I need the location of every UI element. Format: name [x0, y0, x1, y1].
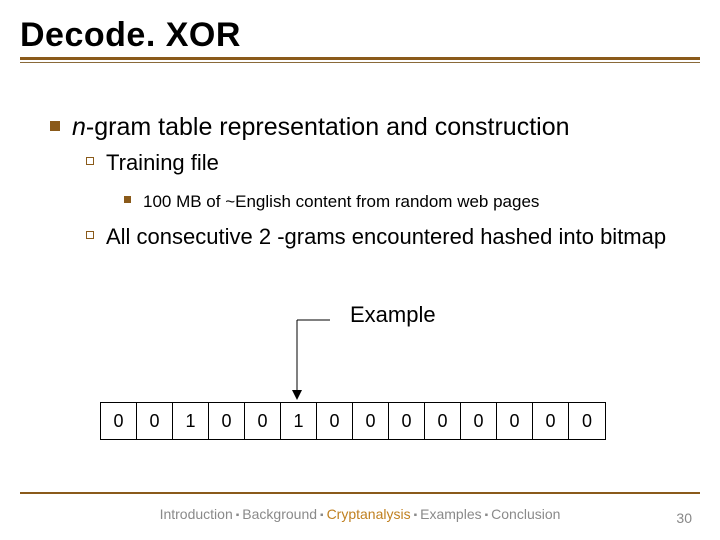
bullet-lvl3: 100 MB of ~English content from random w… — [124, 185, 690, 214]
bitmap-cell: 0 — [497, 403, 533, 439]
bitmap-cell: 0 — [209, 403, 245, 439]
crumb: Background — [242, 506, 317, 522]
bullet-lvl2-hashed: All consecutive 2 -grams encountered has… — [86, 222, 690, 251]
lvl1-text: n-gram table representation and construc… — [72, 113, 570, 141]
crumb: Examples — [420, 506, 481, 522]
bitmap-cell: 0 — [137, 403, 173, 439]
bitmap-cell: 1 — [173, 403, 209, 439]
example-label: Example — [350, 302, 436, 328]
bitmap-cell: 0 — [389, 403, 425, 439]
slide: Decode. XOR n-gram table representation … — [0, 0, 720, 540]
arrow-icon — [275, 314, 335, 404]
bitmap-diagram: Example 0 0 1 0 0 1 0 0 0 0 0 0 0 0 — [100, 350, 620, 440]
title-underline — [20, 57, 700, 60]
bitmap-cell: 0 — [425, 403, 461, 439]
crumb-active: Cryptanalysis — [327, 506, 411, 522]
bullet-lvl1: n-gram table representation and construc… — [50, 113, 690, 251]
bitmap-cell: 0 — [461, 403, 497, 439]
bitmap-cell: 0 — [245, 403, 281, 439]
bitmap-cell: 1 — [281, 403, 317, 439]
crumb: Introduction — [160, 506, 233, 522]
bitmap-cell: 0 — [569, 403, 605, 439]
separator-icon: ▪ — [233, 510, 243, 521]
slide-title: Decode. XOR — [20, 12, 700, 57]
title-area: Decode. XOR — [0, 0, 720, 67]
bitmap-cell: 0 — [317, 403, 353, 439]
bitmap-cell: 0 — [353, 403, 389, 439]
square-bullet-icon — [50, 121, 60, 131]
bitmap-cell: 0 — [101, 403, 137, 439]
lvl2-text: Training file — [106, 150, 219, 175]
title-underline-thin — [20, 62, 700, 63]
crumb: Conclusion — [491, 506, 560, 522]
footer: Introduction▪Background▪Cryptanalysis▪Ex… — [0, 492, 720, 524]
lvl3-text: 100 MB of ~English content from random w… — [143, 192, 539, 211]
small-square-bullet-icon — [124, 196, 131, 203]
page-number: 30 — [676, 510, 692, 526]
separator-icon: ▪ — [411, 510, 421, 521]
bullet-lvl2-training: Training file 100 MB of ~English content… — [86, 148, 690, 214]
bitmap-cell: 0 — [533, 403, 569, 439]
outline-square-bullet-icon — [86, 231, 94, 239]
separator-icon: ▪ — [482, 510, 492, 521]
lvl2-text: All consecutive 2 -grams encountered has… — [106, 224, 666, 249]
footer-line — [20, 492, 700, 494]
bitmap-row: 0 0 1 0 0 1 0 0 0 0 0 0 0 0 — [100, 402, 606, 440]
outline-square-bullet-icon — [86, 157, 94, 165]
content-area: n-gram table representation and construc… — [0, 67, 720, 251]
separator-icon: ▪ — [317, 510, 327, 521]
breadcrumb: Introduction▪Background▪Cryptanalysis▪Ex… — [160, 506, 561, 522]
